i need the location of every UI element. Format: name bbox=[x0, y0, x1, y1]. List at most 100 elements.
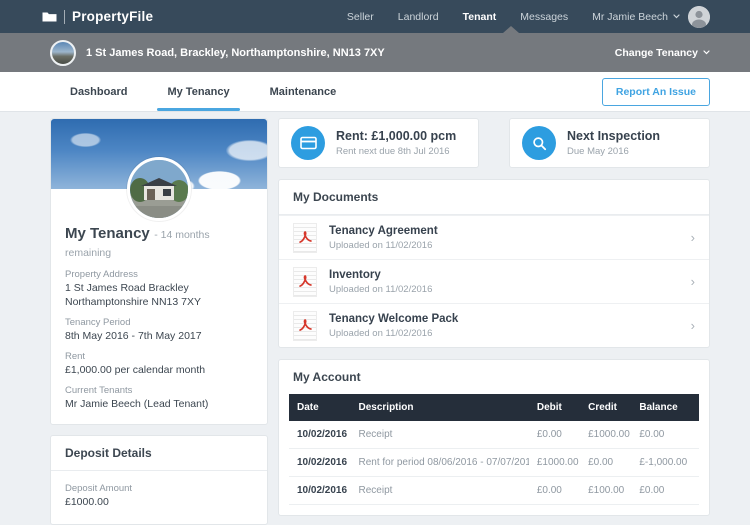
cell-date: 10/02/2016 bbox=[289, 421, 351, 449]
tenancy-title: My Tenancy bbox=[65, 225, 150, 242]
top-navbar: PropertyFile Seller Landlord Tenant Mess… bbox=[0, 0, 750, 33]
detail-rent: Rent £1,000.00 per calendar month bbox=[65, 351, 253, 377]
detail-value: Mr Jamie Beech (Lead Tenant) bbox=[65, 397, 253, 411]
active-section-caret bbox=[503, 26, 519, 33]
cell-date: 10/02/2016 bbox=[289, 449, 351, 477]
cell-description: Receipt bbox=[351, 421, 529, 449]
my-documents-card: My Documents Tenancy Agreement Uploaded … bbox=[278, 179, 710, 348]
avatar[interactable] bbox=[688, 6, 710, 28]
detail-value: 8th May 2016 - 7th May 2017 bbox=[65, 329, 253, 343]
column-header-date: Date bbox=[289, 394, 351, 421]
cell-debit: £1000.00 bbox=[529, 449, 580, 477]
right-column: Rent: £1,000.00 pcm Rent next due 8th Ju… bbox=[278, 118, 710, 516]
summary-row: Rent: £1,000.00 pcm Rent next due 8th Ju… bbox=[278, 118, 710, 168]
nav-item-seller[interactable]: Seller bbox=[347, 11, 374, 23]
detail-property-address: Property Address 1 St James Road Brackle… bbox=[65, 269, 253, 309]
detail-label: Property Address bbox=[65, 269, 253, 281]
deposit-amount-value: £1000.00 bbox=[65, 495, 253, 509]
user-name: Mr Jamie Beech bbox=[592, 11, 668, 23]
change-tenancy-button[interactable]: Change Tenancy bbox=[615, 47, 710, 59]
rent-summary-card[interactable]: Rent: £1,000.00 pcm Rent next due 8th Ju… bbox=[278, 118, 479, 168]
detail-current-tenants: Current Tenants Mr Jamie Beech (Lead Ten… bbox=[65, 385, 253, 411]
sky-banner-image bbox=[51, 119, 267, 189]
tenancy-body: My Tenancy - 14 months remaining Propert… bbox=[51, 189, 267, 424]
tenancy-summary-card: My Tenancy - 14 months remaining Propert… bbox=[50, 118, 268, 425]
brand-name: PropertyFile bbox=[72, 9, 153, 24]
column-header-debit: Debit bbox=[529, 394, 580, 421]
rent-summary-title: Rent: £1,000.00 pcm bbox=[336, 129, 456, 144]
main-content: My Tenancy - 14 months remaining Propert… bbox=[0, 112, 750, 525]
inspection-summary-card[interactable]: Next Inspection Due May 2016 bbox=[509, 118, 710, 168]
tab-maintenance[interactable]: Maintenance bbox=[270, 72, 337, 111]
documents-card-title: My Documents bbox=[279, 180, 709, 215]
detail-label: Rent bbox=[65, 351, 253, 363]
pdf-icon bbox=[293, 311, 317, 341]
column-header-balance: Balance bbox=[631, 394, 699, 421]
document-uploaded: Uploaded on 11/02/2016 bbox=[329, 328, 458, 339]
detail-value: 1 St James Road Brackley Northamptonshir… bbox=[65, 281, 253, 309]
cell-debit: £0.00 bbox=[529, 477, 580, 505]
cell-balance: £-1,000.00 bbox=[631, 449, 699, 477]
inspection-title: Next Inspection bbox=[567, 129, 660, 144]
property-bar: 1 St James Road, Brackley, Northamptonsh… bbox=[0, 33, 750, 72]
cell-balance: £0.00 bbox=[631, 421, 699, 449]
rent-summary-subtitle: Rent next due 8th Jul 2016 bbox=[336, 146, 456, 157]
pdf-icon bbox=[293, 223, 317, 253]
document-row-inventory[interactable]: Inventory Uploaded on 11/02/2016 › bbox=[279, 259, 709, 303]
table-row: 10/02/2016 Receipt £0.00 £100.00 £0.00 bbox=[289, 477, 699, 505]
document-row-welcome-pack[interactable]: Tenancy Welcome Pack Uploaded on 11/02/2… bbox=[279, 303, 709, 347]
cell-balance: £0.00 bbox=[631, 477, 699, 505]
brand[interactable]: PropertyFile bbox=[42, 9, 153, 24]
tab-my-tenancy[interactable]: My Tenancy bbox=[167, 72, 229, 111]
account-card-title: My Account bbox=[279, 360, 709, 394]
document-uploaded: Uploaded on 11/02/2016 bbox=[329, 240, 438, 251]
property-address: 1 St James Road, Brackley, Northamptonsh… bbox=[86, 47, 385, 59]
cell-credit: £1000.00 bbox=[580, 421, 631, 449]
document-row-tenancy-agreement[interactable]: Tenancy Agreement Uploaded on 11/02/2016… bbox=[279, 215, 709, 259]
column-header-description: Description bbox=[351, 394, 529, 421]
detail-tenancy-period: Tenancy Period 8th May 2016 - 7th May 20… bbox=[65, 317, 253, 343]
table-row: 10/02/2016 Rent for period 08/06/2016 - … bbox=[289, 449, 699, 477]
detail-label: Tenancy Period bbox=[65, 317, 253, 329]
folder-icon bbox=[42, 11, 57, 22]
document-uploaded: Uploaded on 11/02/2016 bbox=[329, 284, 432, 295]
document-name: Tenancy Agreement bbox=[329, 224, 438, 238]
deposit-card-title: Deposit Details bbox=[51, 436, 267, 471]
table-row: 10/02/2016 Receipt £0.00 £1000.00 £0.00 bbox=[289, 421, 699, 449]
column-header-credit: Credit bbox=[580, 394, 631, 421]
detail-label: Current Tenants bbox=[65, 385, 253, 397]
tab-dashboard[interactable]: Dashboard bbox=[70, 72, 127, 111]
credit-card-icon bbox=[291, 126, 325, 160]
nav-item-messages[interactable]: Messages bbox=[520, 11, 568, 23]
chevron-right-icon: › bbox=[691, 275, 695, 288]
cell-description: Receipt bbox=[351, 477, 529, 505]
report-an-issue-button[interactable]: Report An Issue bbox=[602, 78, 710, 106]
change-tenancy-label: Change Tenancy bbox=[615, 47, 698, 59]
pdf-icon bbox=[293, 267, 317, 297]
cell-credit: £100.00 bbox=[580, 477, 631, 505]
inspection-subtitle: Due May 2016 bbox=[567, 146, 660, 157]
account-table: Date Description Debit Credit Balance 10… bbox=[289, 394, 699, 505]
detail-value: £1,000.00 per calendar month bbox=[65, 363, 253, 377]
document-name: Inventory bbox=[329, 268, 432, 282]
user-menu[interactable]: Mr Jamie Beech bbox=[592, 11, 680, 23]
chevron-right-icon: › bbox=[691, 231, 695, 244]
brand-divider bbox=[64, 10, 65, 24]
property-photo bbox=[127, 157, 191, 221]
tab-bar: Dashboard My Tenancy Maintenance Report … bbox=[0, 72, 750, 112]
nav-item-tenant[interactable]: Tenant bbox=[463, 11, 497, 23]
chevron-right-icon: › bbox=[691, 319, 695, 332]
cell-credit: £0.00 bbox=[580, 449, 631, 477]
deposit-amount-label: Deposit Amount bbox=[65, 483, 253, 495]
chevron-down-icon bbox=[673, 14, 680, 19]
property-thumbnail bbox=[50, 40, 76, 66]
cell-debit: £0.00 bbox=[529, 421, 580, 449]
left-column: My Tenancy - 14 months remaining Propert… bbox=[50, 118, 268, 525]
document-name: Tenancy Welcome Pack bbox=[329, 312, 458, 326]
deposit-details-card: Deposit Details Deposit Amount £1000.00 bbox=[50, 435, 268, 525]
cell-date: 10/02/2016 bbox=[289, 477, 351, 505]
chevron-down-icon bbox=[703, 50, 710, 55]
search-icon bbox=[522, 126, 556, 160]
nav-item-landlord[interactable]: Landlord bbox=[398, 11, 439, 23]
cell-description: Rent for period 08/06/2016 - 07/07/2016 bbox=[351, 449, 529, 477]
